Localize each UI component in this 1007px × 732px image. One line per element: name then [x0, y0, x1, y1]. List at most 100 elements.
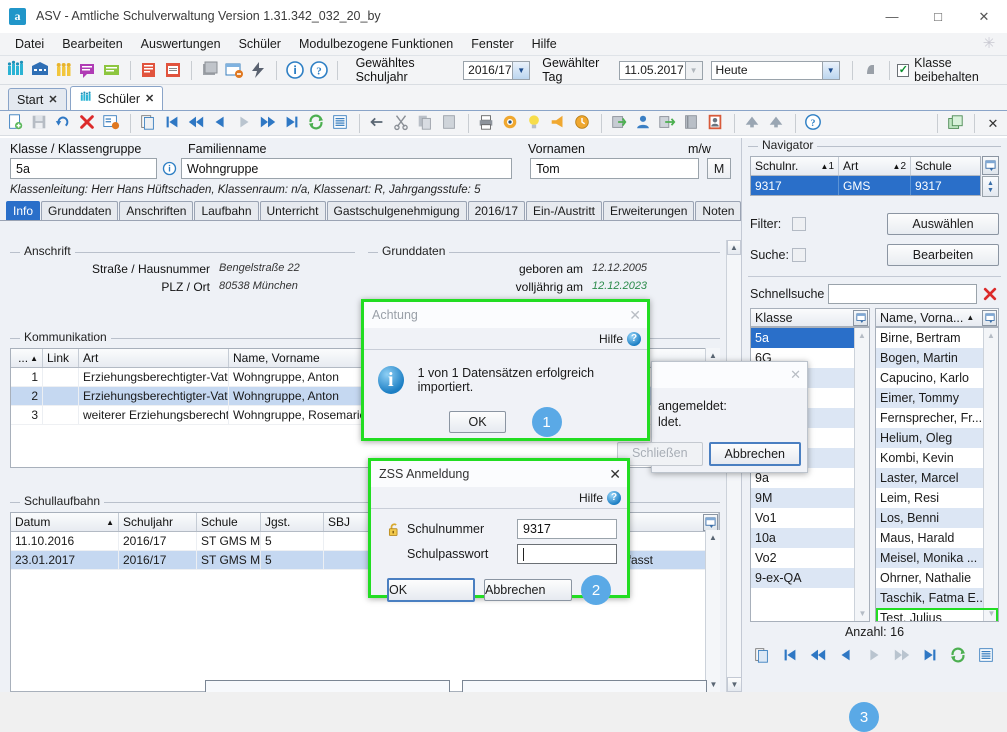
list-item[interactable]: 10a [751, 528, 869, 548]
list-item[interactable]: Fernsprecher, Fr... [876, 408, 998, 428]
minimize-icon[interactable]: — [869, 0, 915, 33]
clock-icon[interactable] [573, 113, 593, 133]
help-icon[interactable]: ? [627, 331, 641, 346]
user-icon[interactable] [634, 113, 654, 133]
scroll-down-icon[interactable]: ▼ [706, 677, 721, 692]
close-icon[interactable]: ✕ [790, 367, 801, 383]
bottom-field-left[interactable] [205, 680, 450, 692]
blitz-icon[interactable] [248, 60, 268, 80]
list-item[interactable]: Vo1 [751, 508, 869, 528]
klasse-input[interactable]: 5a [10, 158, 158, 179]
new-record-icon[interactable] [6, 113, 26, 133]
schulpasswort-input[interactable] [517, 544, 617, 564]
nav-prev-page-icon[interactable] [809, 646, 829, 666]
menu-auswertungen[interactable]: Auswertungen [132, 34, 230, 54]
help-circle-icon[interactable]: ? [804, 113, 824, 133]
list-item[interactable]: 9M [751, 488, 869, 508]
nav-next-icon[interactable] [865, 646, 885, 666]
list-item[interactable]: Birne, Bertram [876, 328, 998, 348]
announce-icon[interactable] [549, 113, 569, 133]
col-art[interactable]: Art ▲ 2 [839, 157, 911, 175]
klasse-beibehalten-checkbox[interactable]: ✓ Klasse beibehalten [897, 56, 1007, 84]
list-item[interactable]: Taschik, Fatma E... [876, 588, 998, 608]
bearbeiten-button[interactable]: Bearbeiten [887, 244, 999, 266]
edit-record-icon[interactable] [102, 113, 122, 133]
help-icon[interactable]: ? [607, 490, 621, 505]
raeume-icon[interactable] [102, 60, 122, 80]
undo-icon[interactable] [54, 113, 74, 133]
dialog-help-row[interactable]: Hilfe ? [364, 328, 647, 350]
fenster-icon[interactable] [224, 60, 244, 80]
paste-icon[interactable] [440, 113, 460, 133]
preview-icon[interactable] [501, 113, 521, 133]
close-icon[interactable]: ✕ [609, 466, 621, 483]
glocke-icon[interactable] [861, 60, 881, 80]
tab-info[interactable]: Info [6, 201, 41, 220]
schueler-list-scrollbar[interactable]: ▲ ▼ [983, 328, 998, 621]
detach-tab-icon[interactable] [946, 114, 966, 134]
export-icon[interactable] [658, 113, 678, 133]
list-item[interactable]: Kombi, Kevin [876, 448, 998, 468]
abbrechen-button[interactable]: Abbrechen [484, 579, 572, 601]
close-icon[interactable]: ✕ [961, 0, 1007, 33]
tab-schuljahr[interactable]: 2016/17 [467, 201, 525, 220]
list-view-icon[interactable] [331, 113, 351, 133]
list-item[interactable]: Ohrner, Nathalie [876, 568, 998, 588]
close-tab-icon[interactable]: ✕ [983, 114, 1003, 134]
book-icon[interactable] [682, 113, 702, 133]
close-icon[interactable]: ✕ [145, 92, 154, 105]
tab-gastschulgenehmigung[interactable]: Gastschulgenehmigung [326, 201, 467, 220]
tab-ein-austritt[interactable]: Ein-/Austritt [526, 201, 603, 220]
nav-refresh-icon[interactable] [949, 646, 969, 666]
name-list-header[interactable]: Name, Vorna... ▲ [875, 308, 999, 327]
tag-combo[interactable]: 11.05.2017 ▼ [619, 60, 703, 80]
list-item[interactable]: Eimer, Tommy [876, 388, 998, 408]
klasse-column-chooser-icon[interactable] [853, 309, 868, 326]
navigator-school-table[interactable]: Schulnr. ▲ 1 Art ▲ 2 Schule 9317 GMS 931… [750, 156, 981, 196]
mw-button[interactable]: M [707, 158, 732, 179]
navigator-spinner[interactable]: ▲ ▼ [982, 176, 999, 197]
column-chooser-icon[interactable] [703, 514, 718, 531]
next-page-icon[interactable] [259, 113, 279, 133]
lehrkraefte-icon[interactable] [54, 60, 74, 80]
next-record-icon[interactable] [235, 113, 255, 133]
last-record-icon[interactable] [283, 113, 303, 133]
save-icon[interactable] [30, 113, 50, 133]
klasse-list-header[interactable]: Klasse [750, 308, 870, 327]
list-item[interactable]: Meisel, Monika ... [876, 548, 998, 568]
notenbuch-icon[interactable] [139, 60, 159, 80]
chevron-down-icon[interactable]: ▼ [512, 61, 530, 79]
help-icon[interactable]: ? [309, 60, 329, 80]
list-item[interactable]: Maus, Harald [876, 528, 998, 548]
nav-last-icon[interactable] [921, 646, 941, 666]
first-record-icon[interactable] [163, 113, 183, 133]
dialog-title-bar[interactable]: ZSS Anmeldung ✕ [371, 461, 627, 487]
scroll-down-icon[interactable]: ▼ [727, 677, 742, 692]
schullaufbahn-scrollbar[interactable]: ▲ ▼ [705, 530, 720, 692]
suche-checkbox[interactable] [792, 248, 806, 262]
scroll-up-icon[interactable]: ▲ [727, 240, 741, 255]
dialog-title-bar[interactable]: Achtung ✕ [364, 302, 647, 328]
list-item[interactable]: Bogen, Martin [876, 348, 998, 368]
delete-icon[interactable] [78, 113, 98, 133]
menu-schueler[interactable]: Schüler [230, 34, 290, 54]
back-icon[interactable] [368, 113, 388, 133]
nav-listview-icon[interactable] [977, 646, 997, 666]
print-icon[interactable] [477, 113, 497, 133]
chevron-down-icon[interactable]: ▼ [821, 61, 839, 79]
refresh-icon[interactable] [307, 113, 327, 133]
close-icon[interactable]: ✕ [629, 307, 641, 324]
info-icon[interactable] [285, 60, 305, 80]
vornamen-input[interactable]: Tom [530, 158, 700, 179]
copy-icon[interactable] [416, 113, 436, 133]
tab-grunddaten[interactable]: Grunddaten [41, 201, 119, 220]
nav-list-icon[interactable] [753, 646, 773, 666]
list-item[interactable]: Vo2 [751, 548, 869, 568]
list-item[interactable]: Laster, Marcel [876, 468, 998, 488]
col-schule[interactable]: Schule [911, 157, 980, 175]
list-item[interactable]: Capucino, Karlo [876, 368, 998, 388]
portrait-icon[interactable] [706, 113, 726, 133]
schulnummer-input[interactable]: 9317 [517, 519, 617, 539]
list-item[interactable]: Leim, Resi [876, 488, 998, 508]
col-schulnr[interactable]: Schulnr. ▲ 1 [751, 157, 839, 175]
